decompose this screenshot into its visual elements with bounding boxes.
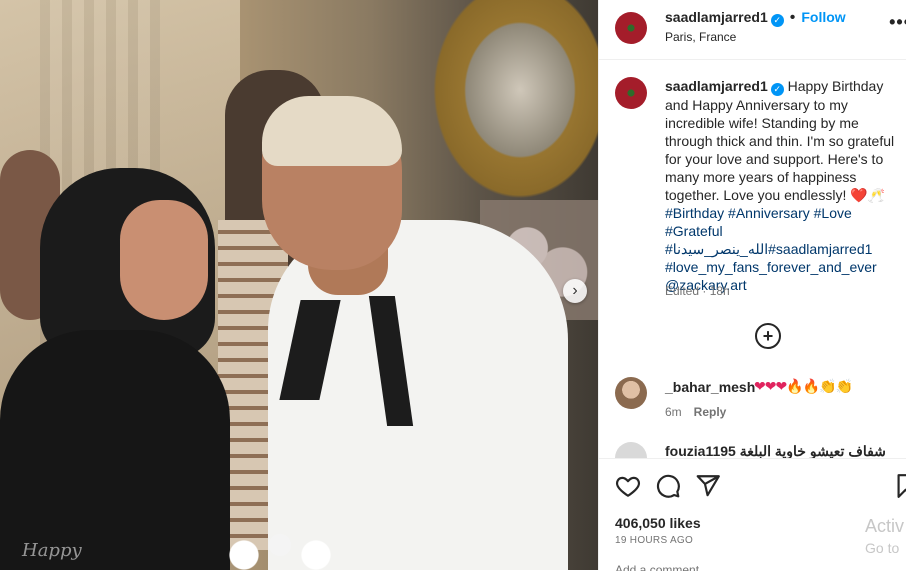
- more-options-icon[interactable]: •••: [889, 12, 906, 33]
- next-photo-button[interactable]: ›: [563, 279, 587, 303]
- activate-line-1: Activ: [865, 516, 905, 536]
- post-caption: saadlamjarred1 ✓ Happy Birthday and Happy…: [665, 77, 906, 294]
- post-actions-bar: 406,050 likes 19 HOURS AGO Activ Go to A…: [599, 458, 906, 571]
- chevron-right-icon: ›: [572, 282, 578, 299]
- author-avatar[interactable]: [615, 12, 647, 44]
- photo-woman-face: [120, 200, 208, 320]
- separator-dot: •: [789, 9, 796, 26]
- hashtag-grateful[interactable]: #Grateful: [665, 223, 723, 239]
- activate-windows-watermark: Activ Go to: [865, 515, 904, 559]
- hashtag-love-my-fans[interactable]: #love_my_fans_forever_and_ever: [665, 259, 877, 275]
- hashtag-birthday[interactable]: #Birthday: [665, 205, 724, 221]
- caption-text: Happy Birthday and Happy Anniversary to …: [665, 78, 895, 203]
- edited-timestamp: Edited · 18h: [665, 284, 730, 298]
- commenter-avatar-2[interactable]: [615, 442, 647, 458]
- photo-watermark: Happy: [22, 540, 82, 561]
- like-count[interactable]: 406,050 likes: [615, 515, 701, 531]
- caption-avatar[interactable]: [615, 77, 647, 109]
- photo-woman-dress: [0, 330, 230, 570]
- comment-age: 6m: [665, 405, 682, 419]
- share-icon[interactable]: [695, 473, 721, 499]
- hashtag-anniversary[interactable]: #Anniversary: [728, 205, 810, 221]
- post-location[interactable]: Paris, France: [665, 30, 736, 44]
- comment-icon[interactable]: [655, 473, 681, 499]
- comment-username[interactable]: _bahar_mesh: [665, 379, 755, 395]
- photo-flowers-bottom: [220, 525, 340, 570]
- post-photo[interactable]: Happy: [0, 0, 598, 570]
- commenter-avatar[interactable]: [615, 377, 647, 409]
- comment-partial: fouzia1195 شفاف تعيشو خاوية البلغة: [665, 443, 886, 458]
- heart-icon[interactable]: [615, 473, 641, 499]
- caption-username[interactable]: saadlamjarred1: [665, 78, 768, 94]
- verified-badge-icon: ✓: [770, 14, 784, 27]
- activate-line-2: Go to: [865, 540, 900, 556]
- comment-text: ❤❤❤🔥🔥👏👏: [754, 378, 853, 394]
- comment-meta: 6m Reply: [665, 405, 726, 419]
- author-username[interactable]: saadlamjarred1: [665, 9, 768, 25]
- post-header: saadlamjarred1✓ • Follow Paris, France •••: [599, 0, 906, 60]
- author-line: saadlamjarred1 ✓ • Follow: [665, 9, 846, 27]
- hashtag-love[interactable]: #Love: [814, 205, 852, 221]
- follow-button[interactable]: Follow: [801, 9, 845, 25]
- post-timestamp[interactable]: 19 HOURS AGO: [615, 535, 693, 546]
- hashtag-saadlamjarred1[interactable]: #saadlamjarred1: [768, 241, 872, 257]
- load-more-comments-icon[interactable]: +: [755, 323, 781, 349]
- verified-badge-icon: ✓: [770, 83, 784, 96]
- hashtag-arabic[interactable]: #الله_ينصر_سيدنا: [665, 241, 768, 257]
- save-bookmark-icon[interactable]: [897, 473, 906, 499]
- caption-emojis: ❤️🥂: [850, 187, 886, 203]
- post-side-panel: saadlamjarred1✓•Follow Paris, France •••…: [598, 0, 906, 571]
- reply-button[interactable]: Reply: [694, 405, 727, 419]
- photo-man-hair: [262, 96, 402, 166]
